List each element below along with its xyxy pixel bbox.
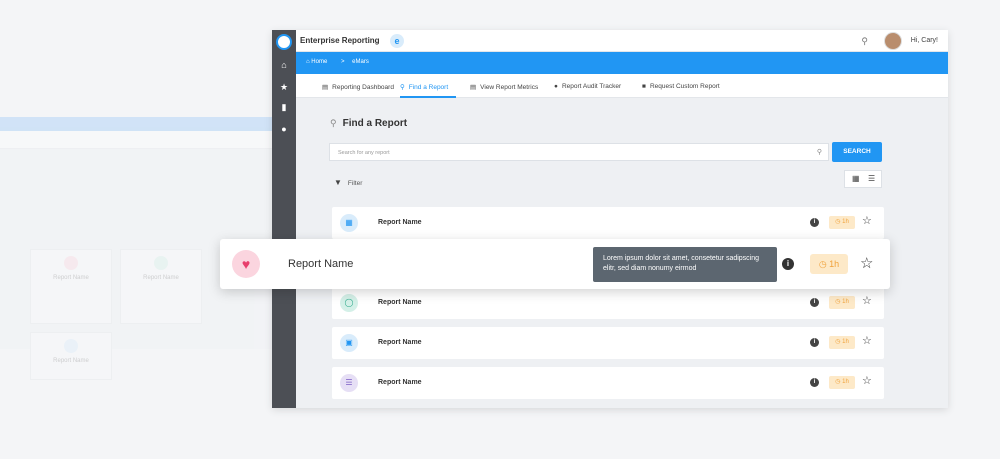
time-badge: ◷ 1h bbox=[829, 336, 855, 349]
time-badge: ◷ 1h bbox=[829, 376, 855, 389]
document-icon: ▦ bbox=[340, 214, 358, 232]
favorite-star-icon[interactable]: ☆ bbox=[862, 334, 872, 347]
tab-report-audit-tracker[interactable]: ● Report Audit Tracker bbox=[554, 74, 621, 98]
time-badge: ◷ 1h bbox=[810, 254, 848, 274]
favorite-star-icon[interactable]: ☆ bbox=[862, 374, 872, 387]
favorite-star-icon[interactable]: ☆ bbox=[862, 294, 872, 307]
report-row[interactable]: ▦ Report Name i ◷ 1h ☆ bbox=[332, 207, 884, 239]
home-icon[interactable]: ⌂ bbox=[279, 60, 289, 70]
breadcrumb: ⌂ Home > eMars bbox=[296, 52, 948, 74]
avatar[interactable] bbox=[884, 32, 902, 50]
background-window: Report Name Report Name Report Name bbox=[0, 117, 272, 380]
line-chart-icon: ▤ bbox=[470, 84, 477, 91]
database-icon: ☰ bbox=[340, 374, 358, 392]
breadcrumb-separator: > bbox=[340, 59, 345, 65]
search-button[interactable]: SEARCH bbox=[832, 142, 882, 162]
chart-icon: ▤ bbox=[322, 84, 329, 91]
stethoscope-icon bbox=[154, 256, 168, 270]
app-window: ⌂ ★ ▮ ● Enterprise Reporting e ⚲ Hi, Car… bbox=[272, 30, 948, 408]
pin-icon: ● bbox=[554, 83, 558, 90]
search-icon: ⚲ bbox=[400, 84, 405, 91]
report-name[interactable]: Report Name bbox=[378, 339, 422, 346]
search-icon[interactable]: ⚲ bbox=[861, 36, 868, 47]
breadcrumb-current: eMars bbox=[352, 59, 369, 65]
background-tabs bbox=[0, 131, 272, 149]
tab-request-custom-report[interactable]: ■ Request Custom Report bbox=[642, 74, 720, 98]
info-icon[interactable]: i bbox=[810, 338, 819, 347]
favorite-star-icon[interactable]: ☆ bbox=[862, 214, 872, 227]
info-icon[interactable]: i bbox=[782, 258, 794, 270]
highlighted-report-row[interactable]: ♥ Report Name Lorem ipsum dolor sit amet… bbox=[220, 239, 890, 289]
tab-find-a-report[interactable]: ⚲ Find a Report bbox=[400, 74, 456, 98]
breadcrumb-home[interactable]: ⌂ Home bbox=[306, 59, 333, 65]
tab-bar: ▤ Reporting Dashboard ⚲ Find a Report ▤ Vie… bbox=[296, 74, 948, 98]
report-name[interactable]: Report Name bbox=[378, 219, 422, 226]
star-icon[interactable]: ★ bbox=[279, 82, 289, 92]
background-card: Report Name bbox=[120, 249, 202, 324]
hospital-icon: ▣ bbox=[340, 334, 358, 352]
user-greeting[interactable]: Hi, Cary! bbox=[911, 37, 938, 44]
sidebar: ⌂ ★ ▮ ● bbox=[272, 30, 296, 408]
time-badge: ◷ 1h bbox=[829, 216, 855, 229]
app-title: Enterprise Reporting bbox=[300, 36, 380, 45]
stethoscope-icon: ◯ bbox=[340, 294, 358, 312]
user-settings-icon[interactable]: ● bbox=[279, 124, 289, 134]
background-card-label: Report Name bbox=[53, 358, 89, 364]
report-row[interactable]: ☰ Report Name i ◷ 1h ☆ bbox=[332, 367, 884, 399]
report-row[interactable]: ▣ Report Name i ◷ 1h ☆ bbox=[332, 327, 884, 359]
search-icon: ⚲ bbox=[816, 149, 822, 156]
top-bar: Enterprise Reporting e ⚲ Hi, Cary! bbox=[296, 30, 948, 52]
report-name[interactable]: Report Name bbox=[288, 258, 353, 270]
tab-reporting-dashboard[interactable]: ▤ Reporting Dashboard bbox=[322, 74, 394, 98]
search-input[interactable]: Search for any report ⚲ bbox=[329, 143, 829, 161]
background-card: Report Name bbox=[30, 249, 112, 324]
list-view-icon[interactable]: ☰ bbox=[868, 174, 875, 183]
grid-view-icon[interactable]: ▦ bbox=[852, 174, 860, 183]
heart-icon bbox=[64, 256, 78, 270]
report-name[interactable]: Report Name bbox=[378, 299, 422, 306]
page-title: ⚲ Find a Report bbox=[330, 118, 408, 129]
filter-icon: ▼ bbox=[334, 178, 342, 187]
search-icon: ⚲ bbox=[330, 118, 337, 128]
favorite-star-icon[interactable]: ☆ bbox=[860, 254, 873, 272]
brand-logo: e bbox=[390, 34, 404, 48]
report-name[interactable]: Report Name bbox=[378, 379, 422, 386]
filter-button[interactable]: ▼ Filter bbox=[334, 178, 362, 187]
clipboard-icon: ■ bbox=[642, 83, 646, 90]
report-row[interactable]: ◯ Report Name i ◷ 1h ☆ bbox=[332, 287, 884, 319]
info-icon[interactable]: i bbox=[810, 378, 819, 387]
time-badge: ◷ 1h bbox=[829, 296, 855, 309]
tab-view-report-metrics[interactable]: ▤ View Report Metrics bbox=[470, 74, 538, 98]
background-header-bar bbox=[0, 117, 272, 131]
info-icon[interactable]: i bbox=[810, 298, 819, 307]
background-card: Report Name bbox=[30, 332, 112, 380]
info-tooltip: Lorem ipsum dolor sit amet, consetetur s… bbox=[593, 247, 777, 282]
heart-pulse-icon: ♥ bbox=[232, 250, 260, 278]
user-icon bbox=[64, 339, 78, 353]
app-logo[interactable] bbox=[276, 34, 292, 50]
background-card-label: Report Name bbox=[143, 275, 179, 281]
video-icon[interactable]: ▮ bbox=[279, 102, 289, 112]
info-icon[interactable]: i bbox=[810, 218, 819, 227]
view-toggle: ▦ ☰ bbox=[844, 170, 882, 188]
background-card-label: Report Name bbox=[53, 275, 89, 281]
